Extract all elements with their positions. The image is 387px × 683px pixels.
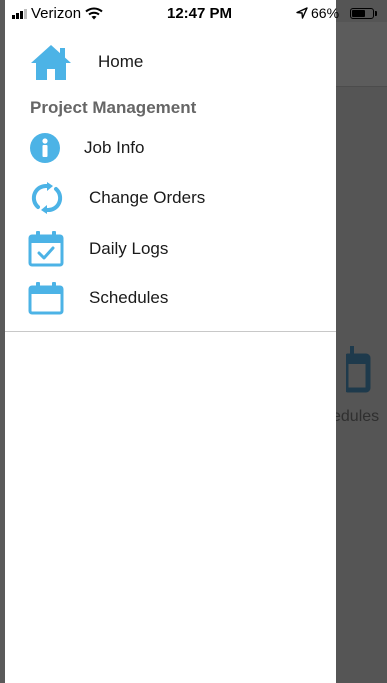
calendar-icon bbox=[28, 282, 64, 315]
menu-item-schedules-label: Schedules bbox=[89, 288, 169, 307]
background-app[interactable]: edules bbox=[336, 0, 387, 683]
battery-icon bbox=[350, 8, 374, 19]
calendar-check-icon bbox=[28, 231, 64, 267]
status-time: 12:47 PM bbox=[167, 5, 233, 22]
menu-item-job-info-label: Job Info bbox=[84, 138, 145, 157]
menu-item-daily-logs-label: Daily Logs bbox=[89, 238, 169, 258]
menu-item-schedules[interactable]: Schedules bbox=[28, 281, 168, 315]
location-arrow-icon bbox=[296, 7, 308, 19]
status-right-group: 66% bbox=[296, 5, 339, 21]
calendar-icon bbox=[346, 346, 371, 393]
drawer-divider bbox=[5, 331, 336, 332]
refresh-icon bbox=[31, 182, 63, 214]
carrier-name: Verizon bbox=[31, 5, 82, 22]
info-icon bbox=[30, 133, 60, 163]
status-bar: Verizon 12:47 PM 66% bbox=[0, 0, 387, 26]
menu-item-change-orders-label: Change Orders bbox=[89, 188, 206, 207]
battery-cap bbox=[375, 11, 377, 16]
background-tile-label: edules bbox=[336, 408, 380, 425]
signal-bars-icon bbox=[12, 8, 27, 19]
navigation-drawer: Home Project Management Job Info Change … bbox=[5, 26, 336, 683]
home-icon bbox=[31, 45, 71, 80]
wifi-icon bbox=[85, 7, 103, 20]
section-header-project-management: Project Management bbox=[30, 98, 197, 117]
menu-item-job-info[interactable]: Job Info bbox=[30, 133, 145, 163]
battery-percent: 66% bbox=[311, 5, 340, 21]
menu-item-daily-logs[interactable]: Daily Logs bbox=[28, 230, 168, 267]
menu-item-home[interactable]: Home bbox=[29, 43, 143, 81]
menu-item-change-orders[interactable]: Change Orders bbox=[30, 181, 205, 215]
background-header bbox=[336, 22, 387, 87]
menu-item-home-label: Home bbox=[98, 52, 144, 71]
status-carrier-group: Verizon bbox=[12, 5, 103, 22]
